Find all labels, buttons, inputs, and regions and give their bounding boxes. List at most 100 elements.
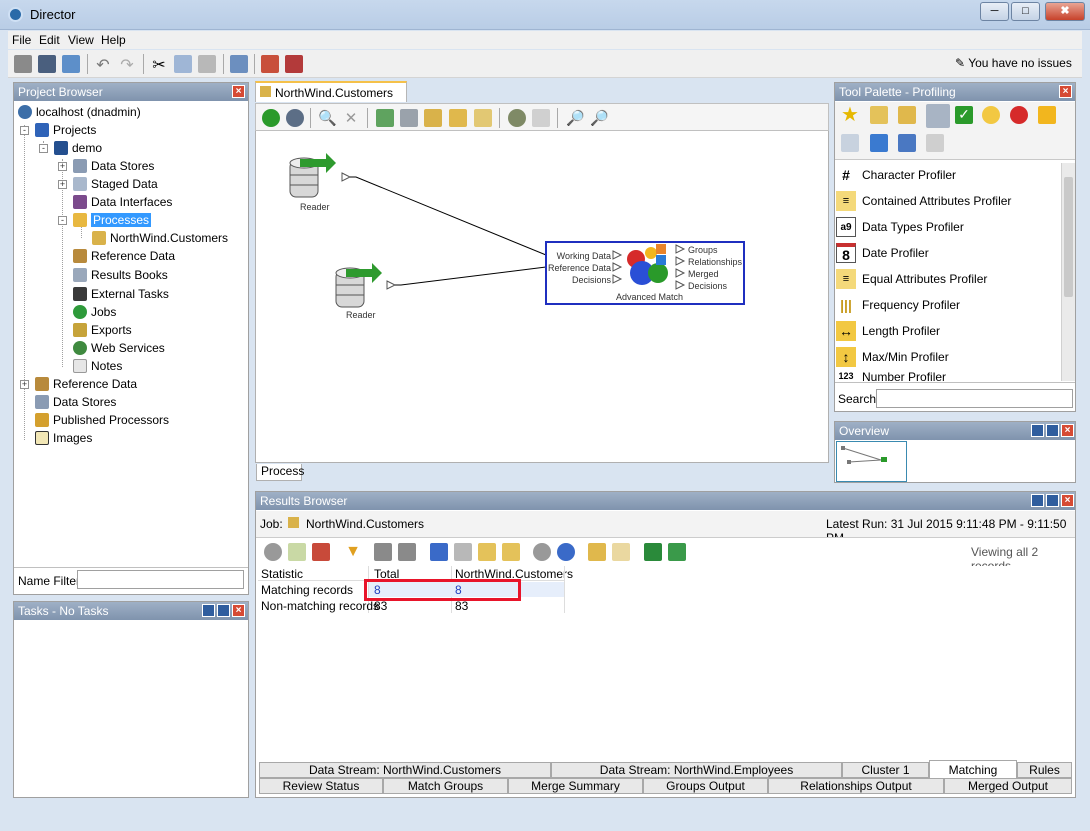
- database-category-icon[interactable]: [926, 134, 944, 152]
- magnify-icon[interactable]: 🔍: [318, 109, 337, 127]
- tree-root-images[interactable]: Images: [35, 429, 92, 447]
- palette-item-number-profiler[interactable]: 123 Number Profiler: [836, 370, 1060, 382]
- palette-item-frequency-profiler[interactable]: ||| Frequency Profiler: [836, 292, 1060, 318]
- collapse-toggle[interactable]: -: [58, 216, 67, 225]
- tab-match-groups[interactable]: Match Groups: [383, 778, 508, 794]
- undo-icon[interactable]: ↶: [94, 55, 112, 74]
- overview-viewport[interactable]: [836, 441, 907, 482]
- process-canvas[interactable]: Reader Reader Working Data Reference Dat…: [255, 131, 829, 463]
- tree-projects[interactable]: Projects: [35, 121, 96, 139]
- close-window-button[interactable]: ✖: [1045, 2, 1085, 21]
- maximize-panel-button[interactable]: [1046, 494, 1059, 507]
- tab-cluster-1[interactable]: Cluster 1: [842, 762, 929, 778]
- rows-icon[interactable]: [502, 543, 520, 561]
- find-next-icon[interactable]: 🔎: [590, 109, 609, 127]
- palette-item-data-types-profiler[interactable]: a9 Data Types Profiler: [836, 214, 1060, 240]
- name-filter-input[interactable]: [77, 570, 244, 589]
- expand-toggle[interactable]: +: [20, 380, 29, 389]
- window-icon[interactable]: [230, 55, 248, 73]
- tree-item-jobs[interactable]: Jobs: [73, 303, 116, 321]
- col-statistic[interactable]: Statistic: [261, 567, 303, 581]
- palette-item-max-min-profiler[interactable]: ↕ Max/Min Profiler: [836, 344, 1060, 370]
- tree-item-web-services[interactable]: Web Services: [73, 339, 165, 357]
- check-category-icon[interactable]: ✓: [955, 106, 973, 124]
- reader-1-node[interactable]: [289, 153, 352, 198]
- close-panel-button[interactable]: ×: [232, 85, 245, 98]
- tab-relationships-output[interactable]: Relationships Output: [768, 778, 944, 794]
- tree-item-results-books[interactable]: Results Books: [73, 266, 168, 284]
- tab-rules[interactable]: Rules: [1017, 762, 1072, 778]
- paste-icon[interactable]: [198, 55, 216, 73]
- minimize-panel-button[interactable]: [217, 604, 230, 617]
- close-panel-button[interactable]: ×: [232, 604, 245, 617]
- home-icon[interactable]: [312, 543, 330, 561]
- tab-matching[interactable]: Matching: [929, 760, 1017, 778]
- add-processor-icon[interactable]: [474, 109, 492, 127]
- menu-file[interactable]: File: [12, 33, 31, 47]
- publish-category-icon[interactable]: [898, 134, 916, 152]
- config-icon[interactable]: [508, 109, 526, 127]
- grid-icon[interactable]: [376, 109, 394, 127]
- excel-icon[interactable]: [644, 543, 662, 561]
- link-category-icon[interactable]: [982, 106, 1000, 124]
- excel-export-icon[interactable]: [668, 543, 686, 561]
- book-category-icon[interactable]: [841, 134, 859, 152]
- tab-data-stream-customers[interactable]: Data Stream: NorthWind.Customers: [259, 762, 551, 778]
- star-icon[interactable]: ★: [841, 105, 859, 125]
- chart-category-icon[interactable]: [926, 104, 950, 128]
- back-icon[interactable]: [264, 543, 282, 561]
- tree-root-data-stores[interactable]: Data Stores: [35, 393, 116, 411]
- note-icon[interactable]: [612, 543, 630, 561]
- tab-review-status[interactable]: Review Status: [259, 778, 383, 794]
- import-icon[interactable]: [398, 543, 416, 561]
- processor-category-icon[interactable]: [898, 106, 916, 124]
- tree-root-published-processors[interactable]: Published Processors: [35, 411, 169, 429]
- find-icon[interactable]: 🔎: [566, 109, 585, 127]
- close-panel-button[interactable]: ×: [1059, 85, 1072, 98]
- pin-button[interactable]: [202, 604, 215, 617]
- tab-merged-output[interactable]: Merged Output: [944, 778, 1072, 794]
- close-panel-button[interactable]: ×: [1061, 494, 1074, 507]
- tree-item-northwind-customers[interactable]: NorthWind.Customers: [92, 229, 228, 247]
- palette-search-input[interactable]: [876, 389, 1073, 408]
- report-icon[interactable]: [588, 543, 606, 561]
- globe-icon[interactable]: [557, 543, 575, 561]
- tree-item-data-stores[interactable]: Data Stores: [73, 157, 154, 175]
- tree-item-exports[interactable]: Exports: [73, 321, 132, 339]
- menu-view[interactable]: View: [68, 33, 94, 47]
- tab-data-stream-employees[interactable]: Data Stream: NorthWind.Employees: [551, 762, 842, 778]
- collapse-toggle[interactable]: -: [20, 126, 29, 135]
- menu-edit[interactable]: Edit: [39, 33, 60, 47]
- reader-2-node[interactable]: [335, 263, 397, 308]
- tab-merge-summary[interactable]: Merge Summary: [508, 778, 643, 794]
- tree-root-reference-data[interactable]: Reference Data: [35, 375, 137, 393]
- tree-item-notes[interactable]: Notes: [73, 357, 122, 375]
- minimize-button[interactable]: ─: [980, 2, 1009, 21]
- print-icon[interactable]: [62, 55, 80, 73]
- palette-item-contained-attributes-profiler[interactable]: ≡ Contained Attributes Profiler: [836, 188, 1060, 214]
- save-icon[interactable]: [14, 55, 32, 73]
- tree-item-staged-data[interactable]: Staged Data: [73, 175, 158, 193]
- diagram-category-icon[interactable]: [870, 134, 888, 152]
- expand-toggle[interactable]: +: [58, 162, 67, 171]
- match-category-icon[interactable]: [1010, 106, 1028, 124]
- copy-icon[interactable]: [174, 55, 192, 73]
- pin-button[interactable]: [1031, 424, 1044, 437]
- tree-server[interactable]: localhost (dnadmin): [18, 103, 141, 121]
- tools-icon[interactable]: ✕: [342, 109, 360, 127]
- minimize-panel-button[interactable]: [1031, 494, 1044, 507]
- palette-item-character-profiler[interactable]: # Character Profiler: [836, 162, 1060, 188]
- details-icon[interactable]: [454, 543, 472, 561]
- tree-item-data-interfaces[interactable]: Data Interfaces: [73, 193, 172, 211]
- row-nonmatching-total[interactable]: 83: [374, 599, 387, 613]
- calculator-icon[interactable]: [1038, 106, 1056, 124]
- tree-item-external-tasks[interactable]: External Tasks: [73, 285, 169, 303]
- redo-icon[interactable]: ↷: [118, 55, 136, 74]
- palette-item-length-profiler[interactable]: ↔ Length Profiler: [836, 318, 1060, 344]
- cut-icon[interactable]: ✂: [150, 55, 168, 74]
- info-icon[interactable]: [430, 543, 448, 561]
- row-nonmatching-customers[interactable]: 83: [455, 599, 468, 613]
- tab-process[interactable]: Process: [256, 464, 304, 481]
- tab-groups-output[interactable]: Groups Output: [643, 778, 768, 794]
- close-panel-button[interactable]: ×: [1061, 424, 1074, 437]
